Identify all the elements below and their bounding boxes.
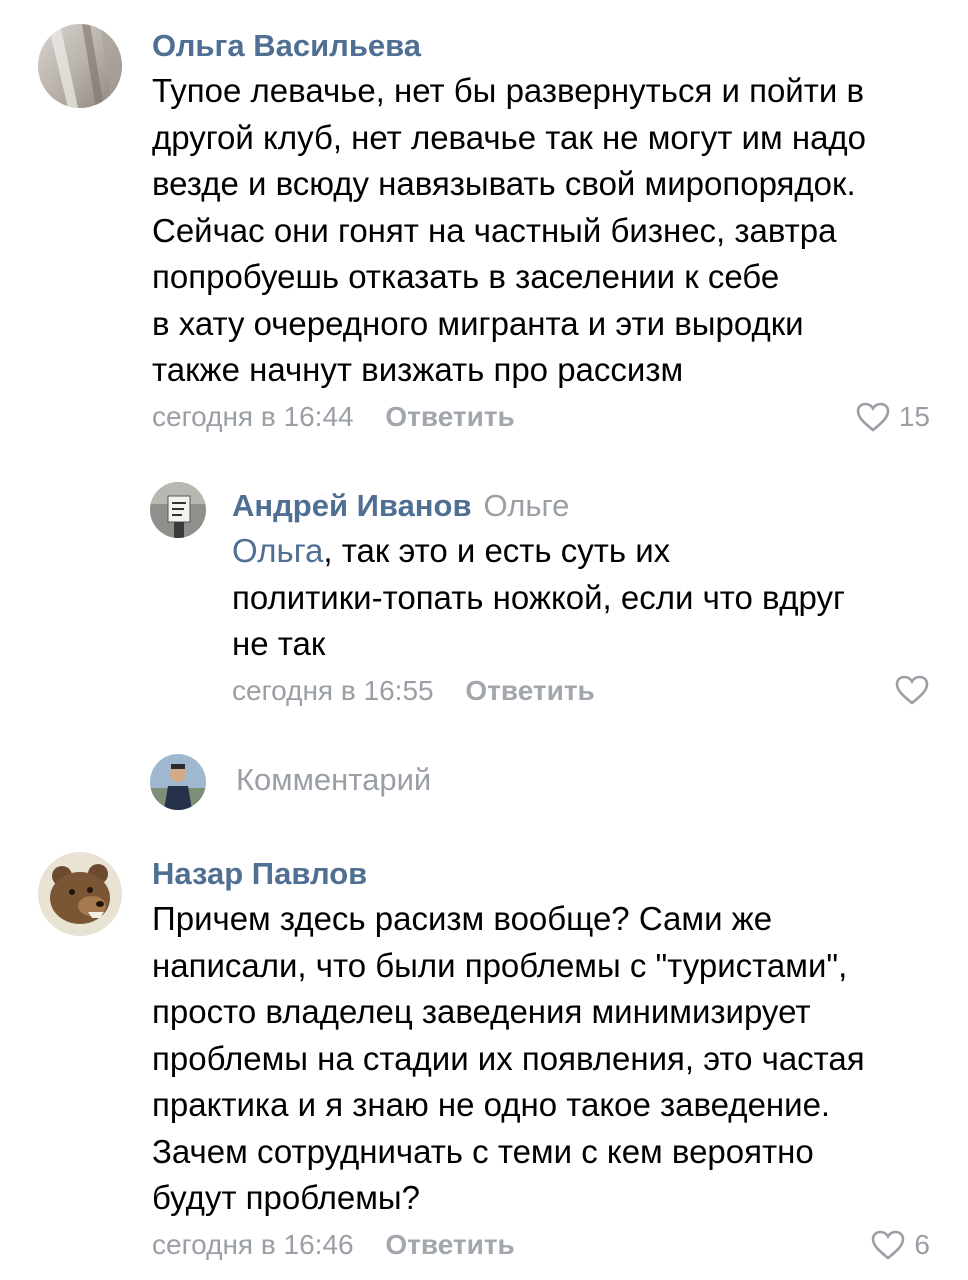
comment-text: Причем здесь расизм вообще? Сами же напи… bbox=[152, 900, 865, 1216]
like-button[interactable]: 6 bbox=[870, 1228, 930, 1262]
like-count: 15 bbox=[898, 401, 930, 432]
comment-time: сегодня в 16:44 bbox=[152, 401, 354, 432]
comment-text-body: , так это и есть суть их политики-топать… bbox=[232, 532, 845, 662]
comment-text: Тупое левачье, нет бы развернуться и пой… bbox=[152, 72, 867, 388]
heart-icon bbox=[895, 675, 929, 705]
author-name[interactable]: Ольга Васильева bbox=[152, 28, 421, 64]
heart-icon bbox=[872, 1230, 905, 1260]
avatar[interactable] bbox=[38, 24, 122, 108]
comments-page: Ольга Васильева Тупое левачье, нет бы ра… bbox=[0, 0, 968, 1280]
reply-button[interactable]: Ответить bbox=[385, 1229, 514, 1260]
comment-compose: Комментарий bbox=[0, 752, 968, 812]
comment-meta: сегодня в 16:55 Ответить bbox=[232, 674, 595, 708]
like-button[interactable]: 15 bbox=[855, 400, 930, 434]
like-count: 6 bbox=[914, 1229, 930, 1260]
comment: Назар Павлов Причем здесь расизм вообще?… bbox=[0, 836, 968, 1280]
comment: Ольга Васильева Тупое левачье, нет бы ра… bbox=[0, 0, 968, 450]
heart-icon bbox=[856, 402, 890, 432]
author-name[interactable]: Назар Павлов bbox=[152, 856, 367, 892]
reply-button[interactable]: Ответить bbox=[465, 675, 594, 706]
comment-reply: Андрей Иванов Ольге Ольга, так это и есть… bbox=[0, 470, 968, 730]
author-name[interactable]: Андрей Иванов Ольге bbox=[232, 488, 569, 524]
bear-avatar-icon bbox=[38, 852, 122, 936]
photo-avatar-icon bbox=[150, 482, 206, 538]
like-button[interactable] bbox=[894, 674, 930, 706]
comment-time: сегодня в 16:55 bbox=[232, 675, 434, 706]
comment-meta: сегодня в 16:46 Ответить bbox=[152, 1228, 515, 1262]
author-name-text[interactable]: Андрей Иванов bbox=[232, 488, 472, 523]
comment-text: Ольга, так это и есть суть их политики-т… bbox=[232, 528, 942, 668]
user-avatar-icon bbox=[150, 754, 206, 810]
photo-avatar-icon bbox=[38, 24, 122, 108]
reply-to-label[interactable]: Ольге bbox=[484, 488, 570, 523]
mention-link[interactable]: Ольга bbox=[232, 532, 323, 569]
comment-time: сегодня в 16:46 bbox=[152, 1229, 354, 1260]
reply-button[interactable]: Ответить bbox=[385, 401, 514, 432]
comment-input[interactable]: Комментарий bbox=[236, 760, 431, 800]
avatar bbox=[150, 754, 206, 810]
avatar[interactable] bbox=[38, 852, 122, 936]
avatar[interactable] bbox=[150, 482, 206, 538]
comment-meta: сегодня в 16:44 Ответить bbox=[152, 400, 515, 434]
